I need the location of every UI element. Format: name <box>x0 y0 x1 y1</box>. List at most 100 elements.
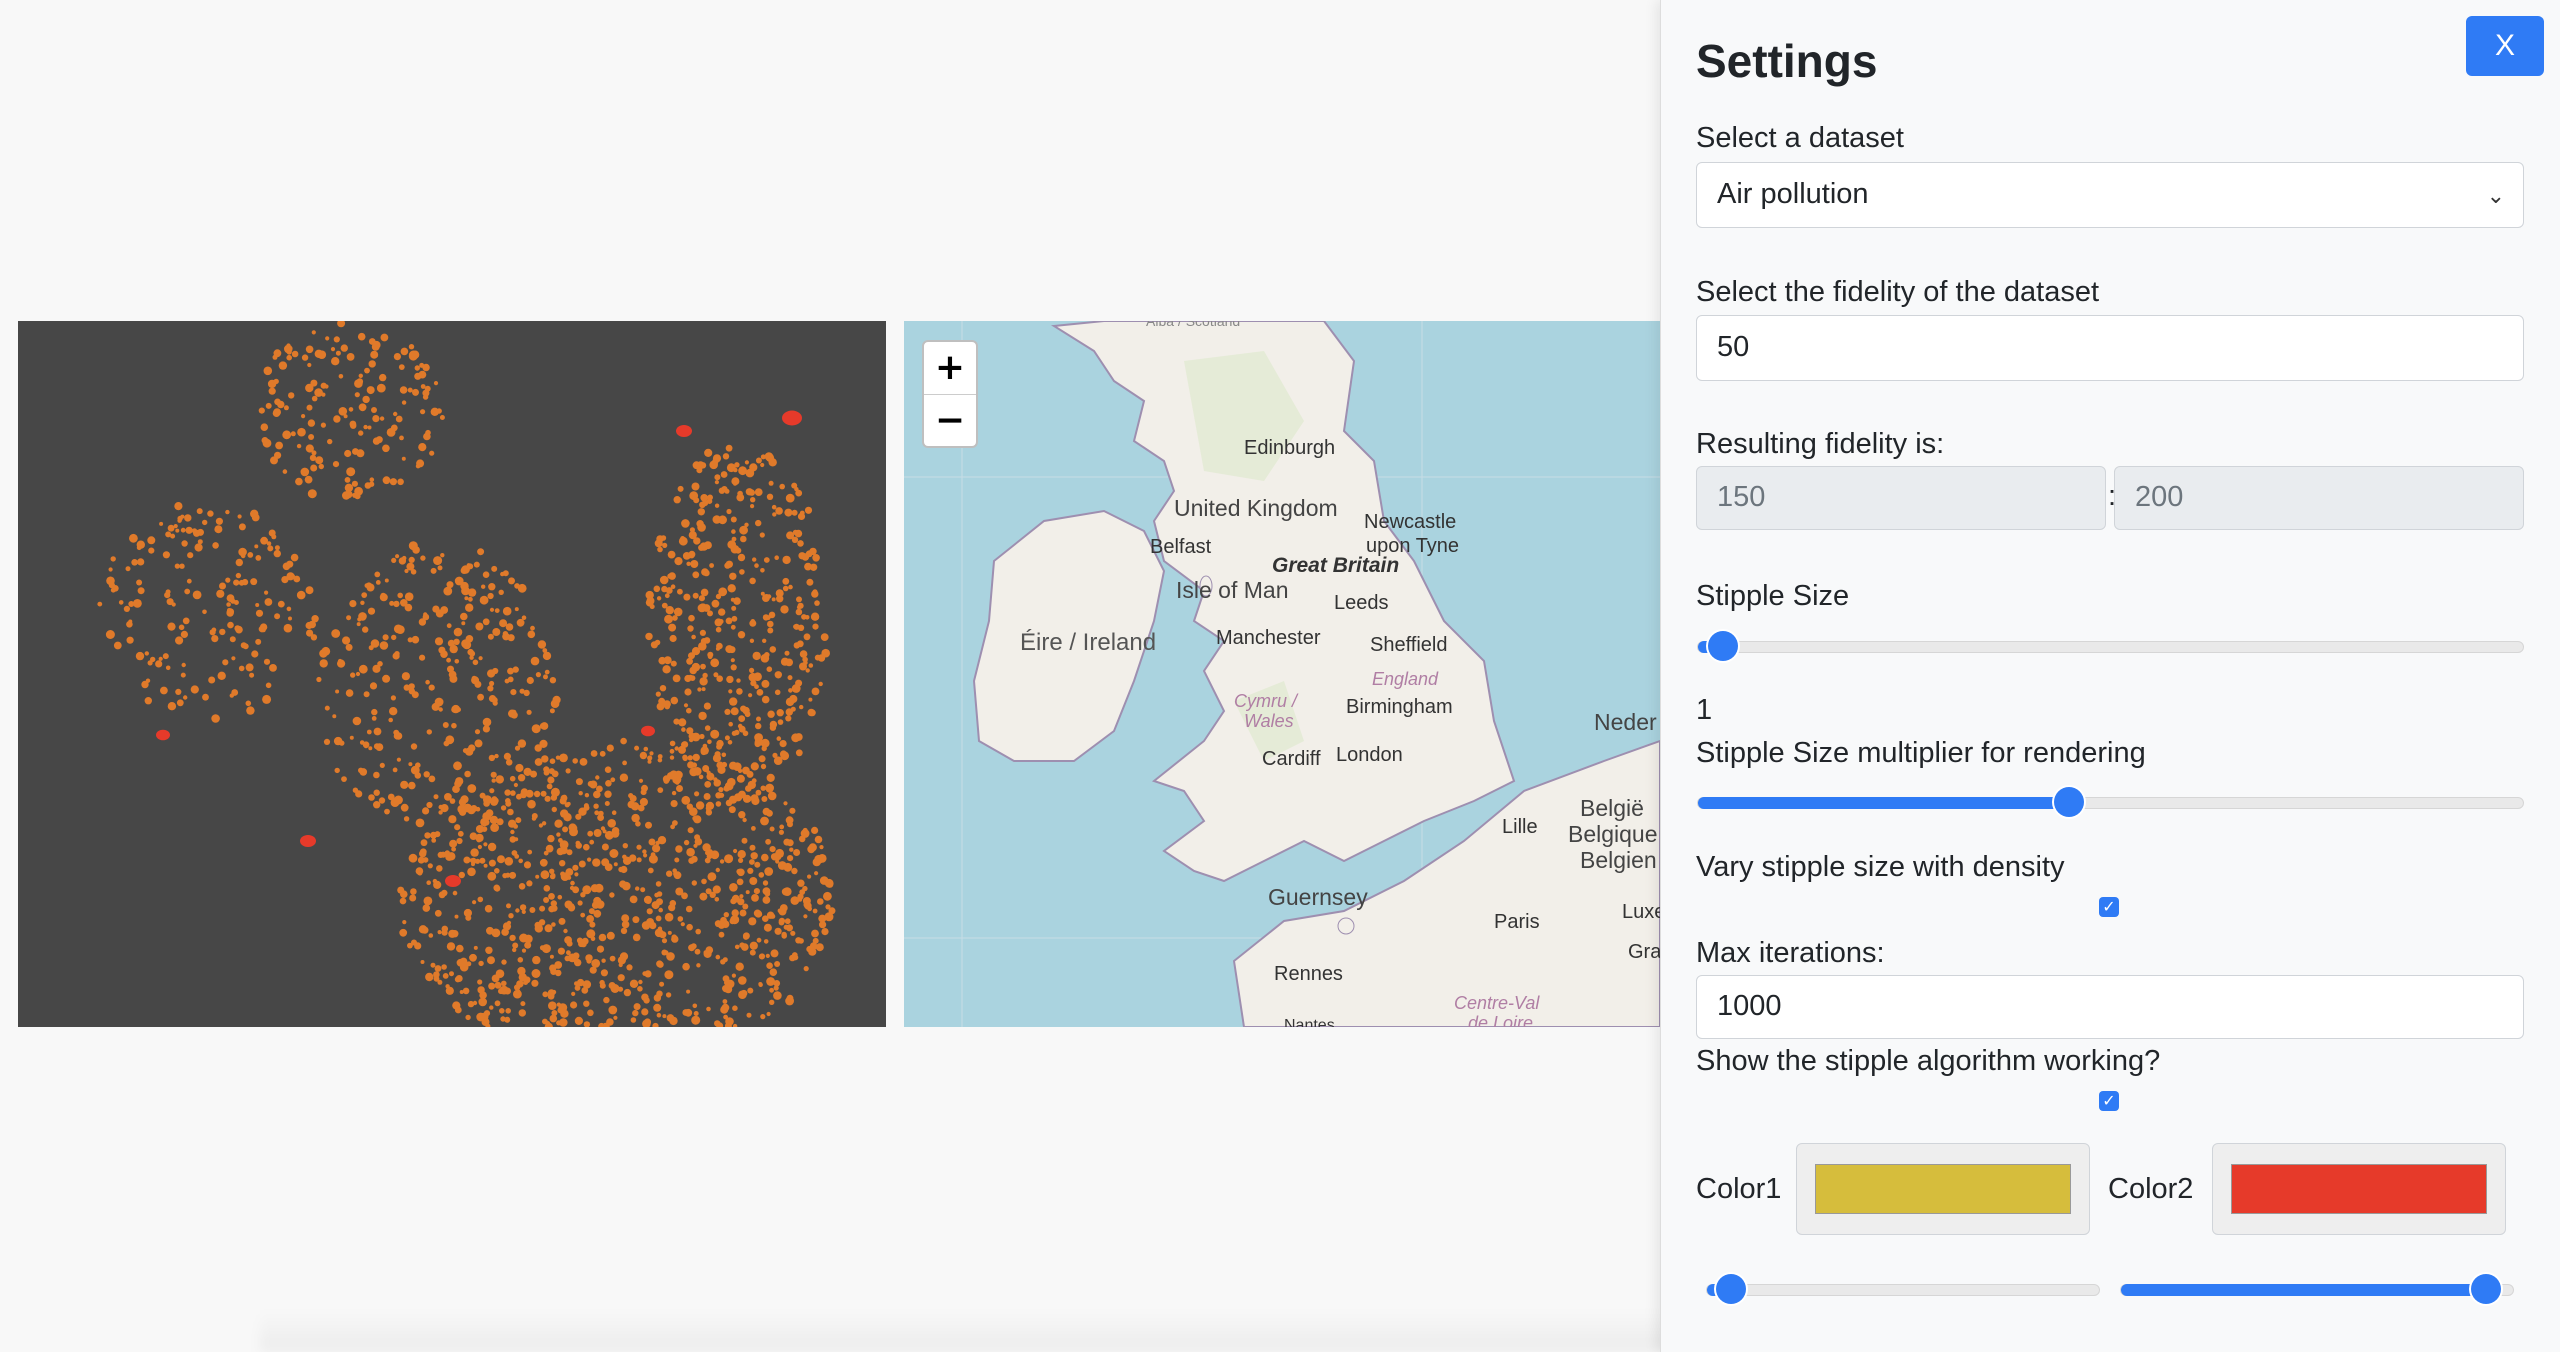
stipple-dot <box>242 643 249 650</box>
stipple-dot <box>345 643 353 651</box>
stipple-dot <box>387 793 395 801</box>
stipple-dot <box>526 676 534 685</box>
map-label-leeds: Leeds <box>1334 592 1389 614</box>
color2-slider-thumb[interactable] <box>2470 1274 2501 1304</box>
stipple-dot <box>514 745 521 751</box>
stipple-dot <box>517 774 526 782</box>
stipple-dot <box>808 697 813 702</box>
stipple-dot <box>789 847 794 852</box>
stipple-dot <box>583 843 590 851</box>
stipple-dot <box>541 944 551 954</box>
map-view[interactable]: + − Alba / Scotland Edinburgh United Kin… <box>904 321 1660 1027</box>
stipple-dot <box>389 600 395 606</box>
stipple-dot <box>389 707 398 716</box>
multiplier-slider[interactable] <box>1697 787 2524 817</box>
stipple-dot <box>455 975 463 982</box>
stipple-dot <box>722 453 730 460</box>
stipple-dot <box>655 915 662 922</box>
stipple-dot <box>305 586 314 595</box>
stipple-dot <box>395 625 405 634</box>
stipple-dot <box>297 427 306 437</box>
stipple-dot <box>433 880 442 890</box>
stipple-dot <box>478 656 483 661</box>
stipple-dot <box>502 631 509 637</box>
stipple-dot <box>749 844 756 851</box>
map-label-rennes: Rennes <box>1274 963 1343 985</box>
stipple-dot <box>762 614 770 621</box>
stipple-size-slider-thumb[interactable] <box>1707 631 1738 661</box>
stipple-dot <box>761 679 770 688</box>
stipple-dot <box>540 722 549 730</box>
stipple-dot <box>669 634 677 643</box>
zoom-out-button[interactable]: − <box>924 395 976 447</box>
stipple-dot <box>426 880 432 885</box>
stipple-dot <box>819 845 824 850</box>
stipple-dot <box>375 436 383 444</box>
stipple-dot <box>165 531 172 538</box>
stipple-dot <box>507 808 514 816</box>
map-label-edinburgh: Edinburgh <box>1244 437 1336 459</box>
stipple-dot <box>513 989 522 999</box>
dataset-select[interactable]: Air pollution ⌄ <box>1696 162 2524 228</box>
stipple-dot <box>707 651 714 658</box>
stipple-size-slider[interactable] <box>1697 631 2524 661</box>
max-iterations-input[interactable]: 1000 <box>1696 975 2524 1039</box>
color1-slider[interactable] <box>1706 1274 2100 1304</box>
stipple-dot <box>431 702 440 711</box>
stipple-dot <box>460 795 469 804</box>
stipple-dot <box>611 829 620 838</box>
stipple-dot <box>448 929 457 938</box>
stipple-dot <box>229 636 236 643</box>
stipple-dot <box>725 444 733 452</box>
stipple-dot <box>766 594 772 599</box>
dataset-label: Select a dataset <box>1696 122 1904 154</box>
color2-picker[interactable] <box>2212 1143 2506 1235</box>
stipple-dot <box>769 826 775 832</box>
stipple-dot <box>705 946 714 954</box>
show-algorithm-checkbox[interactable]: ✓ <box>2099 1091 2119 1111</box>
stipple-dot <box>774 671 782 679</box>
color1-slider-thumb[interactable] <box>1715 1274 1746 1304</box>
stipple-dot <box>593 803 599 809</box>
stipple-dot <box>728 721 733 727</box>
stipple-dot <box>477 548 485 556</box>
stipple-dot <box>782 555 791 565</box>
stipple-dot <box>212 542 219 549</box>
stipple-dot <box>604 863 613 871</box>
zoom-in-button[interactable]: + <box>924 342 976 395</box>
stipple-dot <box>643 746 649 752</box>
stipple-dot <box>715 626 722 633</box>
stipple-dot <box>349 600 357 608</box>
stipple-dot <box>592 858 601 867</box>
stipple-dot <box>254 544 259 549</box>
stipple-dot <box>572 864 579 871</box>
color1-picker[interactable] <box>1796 1143 2090 1235</box>
stipple-dot <box>747 867 754 875</box>
stipple-dot <box>482 725 490 733</box>
stipple-dot <box>441 925 449 933</box>
stipple-dot <box>597 814 604 821</box>
stipple-dot <box>628 793 634 799</box>
stipple-dot <box>530 656 540 666</box>
stipple-dot <box>544 924 553 933</box>
stipple-dot <box>649 751 654 756</box>
fidelity-input[interactable]: 50 <box>1696 315 2524 381</box>
stipple-dot <box>728 689 733 694</box>
stipple-dot <box>445 984 450 989</box>
stipple-dot <box>408 344 415 350</box>
stipple-dot <box>781 933 787 939</box>
stipple-dot <box>394 651 400 657</box>
stipple-dot <box>493 884 501 892</box>
color2-slider[interactable] <box>2120 1274 2514 1304</box>
stipple-dot <box>590 884 600 893</box>
stipple-dot <box>676 785 683 792</box>
stipple-dot <box>230 598 236 604</box>
stipple-dot <box>814 600 820 606</box>
stipple-dot <box>389 478 397 486</box>
close-settings-button[interactable]: X <box>2466 16 2544 76</box>
stipple-dot <box>686 803 693 810</box>
stipple-dot <box>562 794 567 799</box>
stipple-dot <box>710 729 720 739</box>
stipple-dot <box>533 790 541 798</box>
vary-size-checkbox[interactable]: ✓ <box>2099 897 2119 917</box>
